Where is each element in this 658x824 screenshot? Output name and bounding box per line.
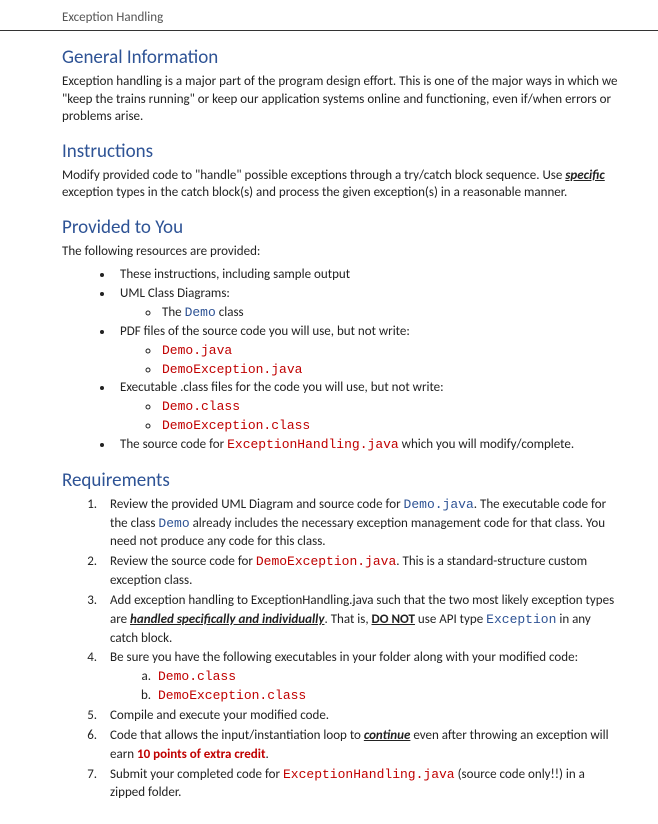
code-ref: ExceptionHandling.java	[283, 767, 455, 782]
text-fragment: .	[265, 747, 268, 762]
section-text-instructions: Modify provided code to "handle" possibl…	[62, 167, 618, 202]
list-item: These instructions, including sample out…	[114, 266, 618, 285]
list-item: DemoException.class	[160, 417, 618, 436]
list-item: Executable .class files for the code you…	[114, 379, 618, 436]
text-fragment: Executable .class files for the code you…	[120, 380, 444, 395]
list-item: Compile and execute your modified code.	[100, 707, 618, 726]
code-ref: Demo.class	[158, 669, 236, 684]
code-ref: DemoException.class	[162, 418, 310, 433]
text-fragment: The source code for	[120, 437, 227, 452]
list-item: Submit your completed code for Exception…	[100, 766, 618, 804]
list-item: PDF files of the source code you will us…	[114, 323, 618, 380]
code-ref: Demo.class	[162, 399, 240, 414]
text-fragment: UML Class Diagrams:	[120, 286, 230, 301]
text-fragment: Code that allows the input/instantiation…	[110, 728, 364, 743]
requirements-list: Review the provided UML Diagram and sour…	[100, 496, 618, 804]
emphasis: handled specifically and individually	[130, 612, 324, 627]
section-heading-requirements: Requirements	[62, 469, 618, 492]
code-ref: DemoException.class	[158, 688, 306, 703]
list-item: Demo.class	[154, 668, 618, 687]
list-item: UML Class Diagrams: The Demo class	[114, 285, 618, 323]
emphasis-extra-credit: 10 points of extra credit	[137, 747, 265, 762]
code-ref: Exception	[486, 612, 556, 627]
list-item: Review the source code for DemoException…	[100, 553, 618, 591]
section-text-general: Exception handling is a major part of th…	[62, 73, 618, 126]
section-intro-provided: The following resources are provided:	[62, 243, 618, 261]
document-title: Exception Handling	[62, 10, 618, 30]
code-ref: Demo.java	[404, 497, 474, 512]
text-fragment: exception types in the catch block(s) an…	[62, 185, 567, 200]
code-ref: Demo	[185, 305, 216, 320]
text-fragment: . That is,	[324, 612, 371, 627]
list-item: Code that allows the input/instantiation…	[100, 727, 618, 765]
provided-list: These instructions, including sample out…	[114, 266, 618, 454]
sub-list: Demo.class DemoException.class	[154, 668, 618, 706]
code-ref: DemoException.java	[256, 554, 396, 569]
list-item: Be sure you have the following executabl…	[100, 649, 618, 706]
section-heading-general: General Information	[62, 46, 618, 69]
code-ref: DemoException.java	[162, 362, 302, 377]
text-fragment: Be sure you have the following executabl…	[110, 650, 578, 665]
text-fragment: Submit your completed code for	[110, 767, 283, 782]
text-fragment: which you will modify/complete.	[399, 437, 574, 452]
text-fragment: The	[162, 305, 185, 320]
list-item: The source code for ExceptionHandling.ja…	[114, 436, 618, 455]
title-divider	[0, 30, 658, 31]
list-item: Review the provided UML Diagram and sour…	[100, 496, 618, 553]
text-fragment: Review the source code for	[110, 554, 256, 569]
code-ref: ExceptionHandling.java	[227, 437, 399, 452]
section-heading-provided: Provided to You	[62, 216, 618, 239]
list-item: Demo.class	[160, 398, 618, 417]
list-item: Add exception handling to ExceptionHandl…	[100, 592, 618, 649]
code-ref: Demo	[158, 516, 189, 531]
emphasis: DO NOT	[372, 612, 415, 627]
text-fragment: class	[216, 305, 244, 320]
document-page: Exception Handling General Information E…	[0, 0, 658, 824]
list-item: Demo.java	[160, 342, 618, 361]
sub-list: The Demo class	[160, 304, 618, 323]
code-ref: Demo.java	[162, 343, 232, 358]
text-fragment: Review the provided UML Diagram and sour…	[110, 497, 404, 512]
emphasis-specific: specific	[565, 168, 604, 183]
sub-list: Demo.class DemoException.class	[160, 398, 618, 436]
text-fragment: PDF files of the source code you will us…	[120, 324, 410, 339]
text-fragment: Modify provided code to "handle" possibl…	[62, 168, 565, 183]
emphasis: continue	[364, 728, 411, 743]
text-fragment: use API type	[415, 612, 486, 627]
list-item: DemoException.java	[160, 361, 618, 380]
list-item: The Demo class	[160, 304, 618, 323]
list-item: DemoException.class	[154, 687, 618, 706]
sub-list: Demo.java DemoException.java	[160, 342, 618, 380]
section-heading-instructions: Instructions	[62, 140, 618, 163]
